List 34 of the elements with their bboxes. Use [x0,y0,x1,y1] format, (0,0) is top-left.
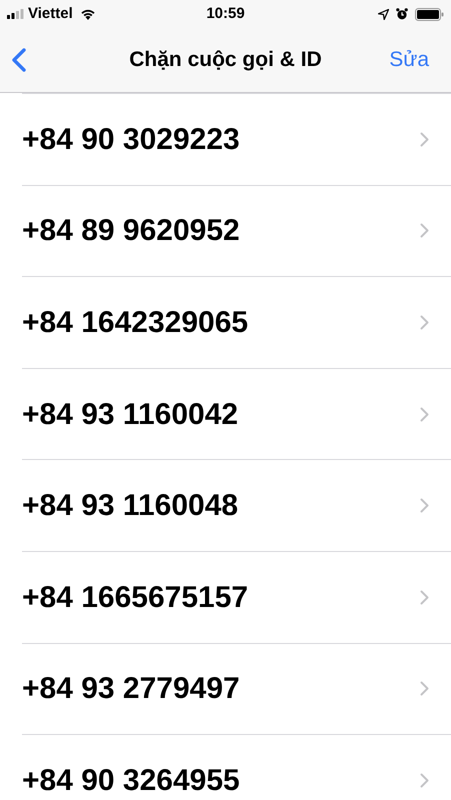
wifi-icon [80,8,96,20]
number-row[interactable]: +84 90 3264955 [22,734,451,800]
status-time: 10:59 [206,4,245,24]
alarm-clock-icon [396,8,408,20]
phone-number: +84 89 9620952 [22,213,240,250]
number-row[interactable]: +84 1642329065 [22,276,451,368]
chevron-right-icon [420,406,429,422]
chevron-right-icon [420,681,429,696]
phone-number: +84 90 3264955 [22,762,240,799]
carrier-name: Viettel [28,4,73,24]
screen-title: Chặn cuộc gọi & ID [129,47,322,74]
number-row[interactable]: +84 90 3029223 [22,93,451,185]
phone-number: +84 1665675157 [22,580,248,616]
battery-icon [415,8,444,20]
location-arrow-icon [378,8,389,20]
chevron-right-icon [420,132,429,147]
phone-number: +84 93 2779497 [22,671,240,708]
number-row[interactable]: +84 93 1160042 [22,368,451,460]
chevron-right-icon [420,772,429,788]
chevron-right-icon [420,590,429,605]
chevron-left-icon [12,48,26,72]
chevron-right-icon [420,223,429,238]
number-row[interactable]: +84 93 1160048 [22,459,451,551]
chevron-right-icon [420,314,429,330]
phone-number: +84 90 3029223 [22,122,240,158]
edit-button[interactable]: Sửa [389,44,439,76]
chevron-right-icon [420,498,429,514]
number-row[interactable]: +84 93 2779497 [22,642,451,734]
number-row[interactable]: +84 1665675157 [22,550,451,643]
signal-icon [7,9,24,19]
phone-number: +84 93 1160042 [22,396,238,433]
number-row[interactable]: +84 89 9620952 [22,184,451,276]
phone-number: +84 93 1160048 [22,488,238,524]
phone-number: +84 1642329065 [22,304,248,341]
